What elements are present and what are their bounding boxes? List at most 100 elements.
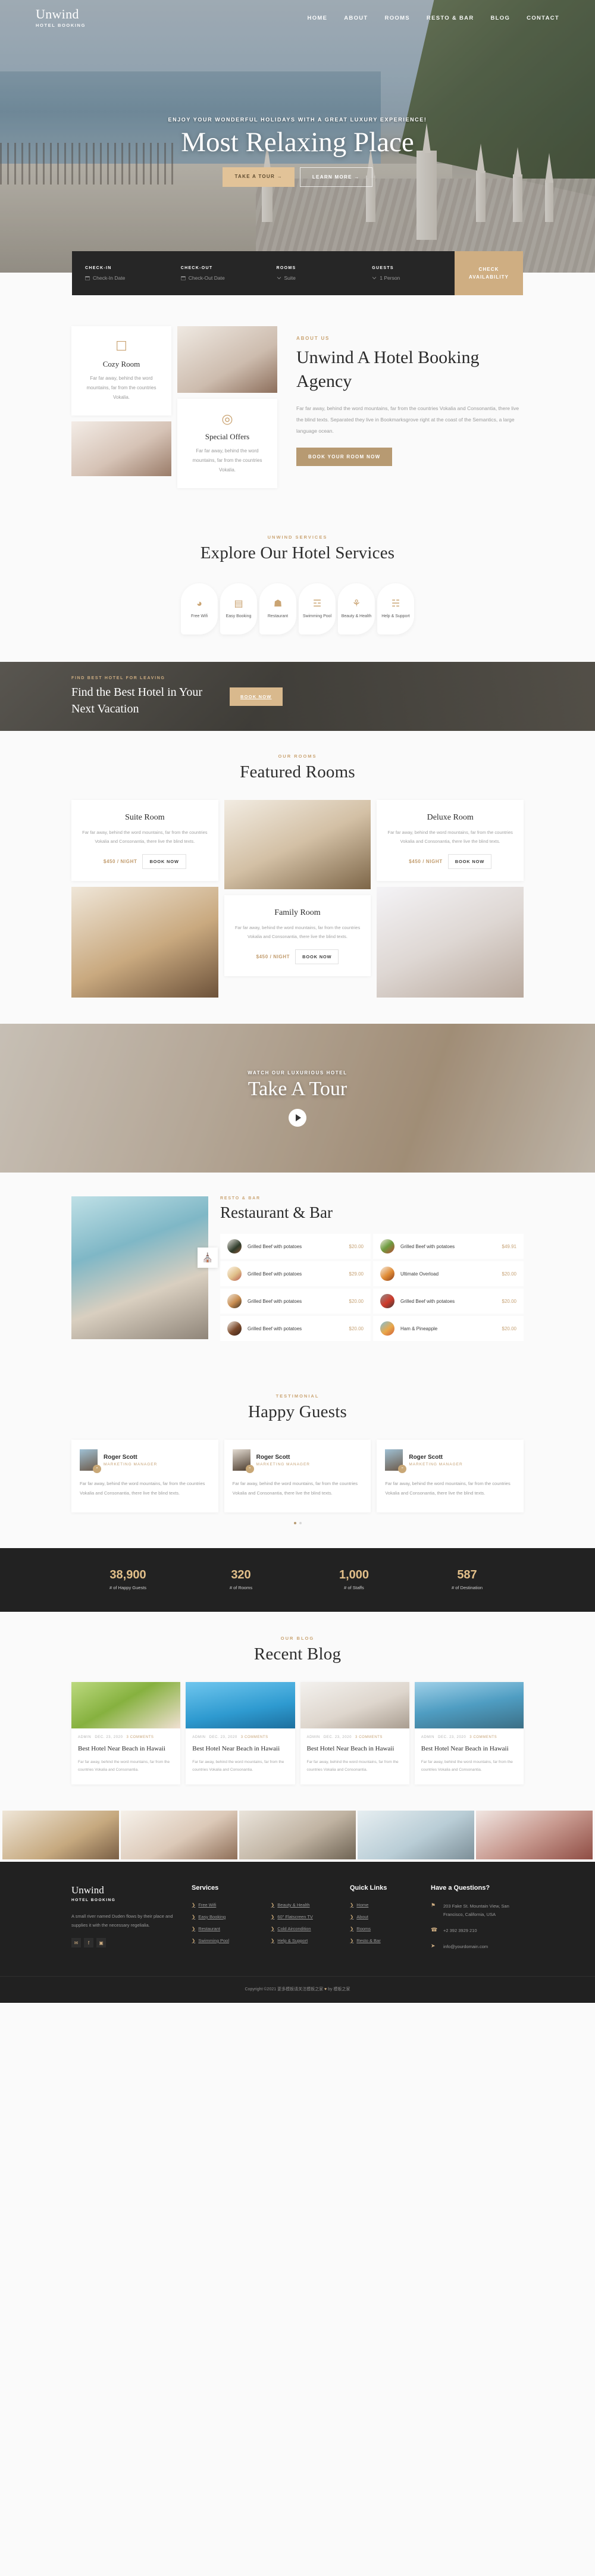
menu-item[interactable]: Grilled Beef with potatoes $20.00	[220, 1289, 371, 1314]
blog-post-title[interactable]: Best Hotel Near Beach in Hawaii	[307, 1744, 403, 1753]
gallery-image[interactable]	[358, 1811, 474, 1859]
testimonial-role: MARKETING MANAGER	[409, 1462, 463, 1467]
room-book-button[interactable]: BOOK NOW	[142, 854, 186, 869]
cozy-room-card[interactable]: ☐ Cozy Room Far far away, behind the wor…	[71, 326, 171, 415]
gallery-image[interactable]	[2, 1811, 119, 1859]
book-your-room-button[interactable]: BOOK YOUR ROOM NOW	[296, 448, 393, 466]
checkout-label: CHECK-OUT	[180, 265, 213, 270]
guests-field[interactable]: GUESTS 1 Person	[359, 266, 455, 281]
blog-card[interactable]: ADMIN DEC. 23, 2020 3 COMMENTS Best Hote…	[186, 1682, 295, 1784]
footer-link-help-support[interactable]: ❯ Help & Support	[271, 1938, 340, 1943]
menu-item[interactable]: Grilled Beef with potatoes $29.00	[220, 1261, 371, 1286]
deluxe-room-card[interactable]: Deluxe Room Far far away, behind the wor…	[377, 800, 524, 881]
footer-link-swimming-pool[interactable]: ❯ Swimming Pool	[192, 1938, 261, 1943]
booking-screen-icon: ▤	[234, 599, 243, 609]
footer-link-home[interactable]: ❯ Home	[350, 1902, 421, 1908]
blog-meta: ADMIN DEC. 23, 2020 3 COMMENTS	[192, 1736, 288, 1739]
footer-link-resto-bar[interactable]: ❯ Resto & Bar	[350, 1938, 421, 1943]
gallery-image[interactable]	[121, 1811, 237, 1859]
nav-item-contact[interactable]: CONTACT	[527, 15, 559, 21]
room-footer: $450 / NIGHT BOOK NOW	[386, 854, 514, 869]
about-cards: ☐ Cozy Room Far far away, behind the wor…	[71, 326, 286, 488]
menu-item[interactable]: Grilled Beef with potatoes $20.00	[373, 1289, 524, 1314]
restaurant-content: RESTO & BAR Restaurant & Bar Grilled Bee…	[220, 1196, 524, 1341]
service-beauty-health[interactable]: ⚘ Beauty & Health	[338, 583, 375, 634]
book-now-button[interactable]: BOOK NOW	[230, 687, 283, 706]
blog-comments[interactable]: 3 COMMENTS	[127, 1736, 154, 1739]
dish-thumbnail	[380, 1267, 394, 1281]
footer-link-restaurant[interactable]: ❯ Restaurant	[192, 1926, 261, 1931]
gallery-image[interactable]	[476, 1811, 593, 1859]
dish-thumbnail	[380, 1294, 394, 1308]
nav-item-blog[interactable]: BLOG	[491, 15, 511, 21]
nav-item-home[interactable]: HOME	[308, 15, 328, 21]
quote-icon: “	[245, 1465, 254, 1473]
blog-card[interactable]: ADMIN DEC. 23, 2020 3 COMMENTS Best Hote…	[300, 1682, 409, 1784]
nav-item-resto-bar[interactable]: RESTO & BAR	[427, 15, 474, 21]
footer-link-cold-aircondition[interactable]: ❯ Cold Aircondition	[271, 1926, 340, 1931]
calendar-icon	[85, 276, 90, 280]
testimonial-eyebrow: TESTIMONIAL	[275, 1393, 320, 1399]
blog-comments[interactable]: 3 COMMENTS	[469, 1736, 497, 1739]
instagram-icon[interactable]: ▣	[96, 1938, 106, 1947]
menu-item-price: $20.00	[349, 1325, 364, 1331]
blog-excerpt: Far far away, behind the word mountains,…	[78, 1760, 170, 1772]
menu-grid: Grilled Beef with potatoes $20.00 Grille…	[220, 1234, 524, 1341]
learn-more-button[interactable]: LEARN MORE →	[299, 167, 372, 187]
blog-comments[interactable]: 3 COMMENTS	[241, 1736, 268, 1739]
room-book-button[interactable]: BOOK NOW	[447, 854, 492, 869]
blog-post-title[interactable]: Best Hotel Near Beach in Hawaii	[78, 1744, 174, 1753]
carousel-dot[interactable]	[299, 1522, 302, 1524]
brand-logo[interactable]: Unwind HOTEL BOOKING	[36, 8, 86, 29]
menu-item[interactable]: Grilled Beef with potatoes $20.00	[220, 1234, 371, 1259]
footer-link-rooms[interactable]: ❯ Rooms	[350, 1926, 421, 1931]
rooms-field[interactable]: ROOMS Suite	[264, 266, 359, 281]
menu-item[interactable]: Grilled Beef with potatoes $49.91	[373, 1234, 524, 1259]
dish-thumbnail	[227, 1267, 242, 1281]
nav-item-rooms[interactable]: ROOMS	[385, 15, 410, 21]
checkout-field[interactable]: CHECK-OUT Check-Out Date	[168, 266, 264, 281]
chevron-right-icon: ❯	[350, 1902, 354, 1908]
service-easy-booking[interactable]: ▤ Easy Booking	[220, 583, 257, 634]
twitter-icon[interactable]: ✉	[71, 1938, 81, 1947]
footer-phone[interactable]: ☎ +2 392 3929 210	[431, 1927, 524, 1935]
avatar: “	[232, 1449, 254, 1473]
room-desc: Far far away, behind the word mountains,…	[234, 925, 361, 939]
footer-phone-text: +2 392 3929 210	[443, 1928, 477, 1933]
service-free-wifi[interactable]: ◕ Free Wifi	[181, 583, 218, 634]
service-swimming-pool[interactable]: ☲ Swimming Pool	[299, 583, 336, 634]
room-book-button[interactable]: BOOK NOW	[295, 949, 339, 964]
play-button[interactable]	[289, 1108, 306, 1127]
blog-post-title[interactable]: Best Hotel Near Beach in Hawaii	[192, 1744, 288, 1753]
blog-card[interactable]: ADMIN DEC. 23, 2020 3 COMMENTS Best Hote…	[414, 1682, 524, 1784]
footer-link-beauty-health[interactable]: ❯ Beauty & Health	[271, 1902, 340, 1908]
footer-link-about[interactable]: ❯ About	[350, 1914, 421, 1920]
nav-item-about[interactable]: ABOUT	[344, 15, 368, 21]
testimonial-name: Roger Scott	[409, 1453, 443, 1461]
menu-item[interactable]: Grilled Beef with potatoes $20.00	[220, 1316, 371, 1341]
service-restaurant[interactable]: ☗ Restaurant	[259, 583, 296, 634]
blog-post-title[interactable]: Best Hotel Near Beach in Hawaii	[421, 1744, 517, 1753]
service-help-support[interactable]: ☵ Help & Support	[377, 583, 414, 634]
menu-item[interactable]: Ham & Pineapple $20.00	[373, 1316, 524, 1341]
blog-card[interactable]: ADMIN DEC. 23, 2020 3 COMMENTS Best Hote…	[71, 1682, 181, 1784]
family-room-card[interactable]: Family Room Far far away, behind the wor…	[224, 895, 371, 976]
room-name: Suite Room	[125, 813, 165, 822]
blog-comments[interactable]: 3 COMMENTS	[355, 1736, 383, 1739]
footer-link-free-wifi[interactable]: ❯ Free Wifi	[192, 1902, 261, 1908]
checkin-field[interactable]: CHECK-IN Check-In Date	[72, 266, 168, 281]
footer-link-easy-booking[interactable]: ❯ Easy Booking	[192, 1914, 261, 1920]
carousel-dot[interactable]	[293, 1522, 296, 1524]
footer-link-label: Resto & Bar	[356, 1938, 381, 1943]
restaurant-title: Restaurant & Bar	[220, 1203, 333, 1221]
menu-item[interactable]: Ultimate Overload $20.00	[373, 1261, 524, 1286]
facebook-icon[interactable]: f	[84, 1938, 93, 1947]
take-a-tour-button[interactable]: TAKE A TOUR →	[223, 167, 295, 187]
special-offers-card[interactable]: ◎ Special Offers Far far away, behind th…	[177, 399, 277, 488]
gallery-image[interactable]	[239, 1811, 356, 1859]
check-availability-button[interactable]: CHECK AVAILABILITY	[455, 251, 523, 295]
footer-email[interactable]: ➤ info@yourdomain.com	[431, 1943, 524, 1951]
footer-link-flatscreen-tv[interactable]: ❯ 60" Flatscreen TV	[271, 1914, 340, 1920]
suite-room-card[interactable]: Suite Room Far far away, behind the word…	[71, 800, 218, 881]
restaurant-wrapper: ⛪ RESTO & BAR Restaurant & Bar Grilled B…	[71, 1196, 524, 1341]
